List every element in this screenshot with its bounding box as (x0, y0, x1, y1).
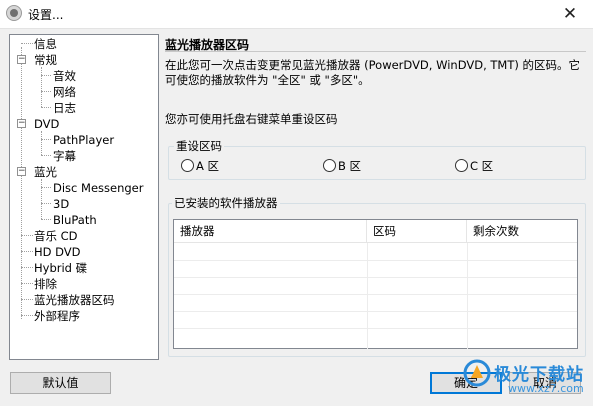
tree-item-info[interactable]: 信息 (34, 36, 57, 52)
window-title: 设置... (28, 8, 64, 22)
tree-item-music-cd[interactable]: 音乐 CD (34, 228, 78, 244)
watermark-logo-icon (463, 359, 491, 387)
close-icon[interactable]: ✕ (547, 0, 593, 29)
tree-item-dvd[interactable]: DVD (34, 116, 59, 132)
grid-line (367, 243, 368, 349)
tree-item-external-programs[interactable]: 外部程序 (34, 308, 80, 324)
tree-connector (41, 155, 51, 156)
column-header-remaining[interactable]: 剩余次数 (467, 220, 577, 243)
tree-item-audio[interactable]: 音效 (53, 68, 76, 84)
tree-connector (21, 315, 33, 316)
tree-item-disc-messenger[interactable]: Disc Messenger (53, 180, 143, 196)
default-button[interactable]: 默认值 (10, 372, 111, 394)
tree-item-log[interactable]: 日志 (53, 100, 76, 116)
region-c-label[interactable]: C 区 (470, 159, 493, 173)
tree-item-hybrid-disc[interactable]: Hybrid 碟 (34, 260, 87, 276)
tree-connector (41, 75, 51, 76)
hint-text: 您亦可使用托盘右键菜单重设区码 (165, 112, 338, 126)
installed-players-group-label: 已安装的软件播放器 (172, 196, 280, 210)
tree-connector (41, 91, 51, 92)
settings-tree[interactable]: − − − 信息 常规 音效 网络 日志 DVD PathPlayer 字幕 蓝… (9, 34, 159, 360)
grid-line (174, 328, 577, 329)
app-icon (6, 5, 22, 21)
region-c-radio[interactable] (455, 159, 468, 172)
collapse-icon[interactable]: − (17, 55, 26, 64)
title-bar: 设置... ✕ (0, 0, 593, 29)
tree-connector (41, 203, 51, 204)
region-b-radio[interactable] (323, 159, 336, 172)
grid-line (174, 311, 577, 312)
tree-connector (41, 179, 42, 219)
column-header-region[interactable]: 区码 (367, 220, 467, 243)
tree-connector (21, 43, 33, 44)
tree-item-pathplayer[interactable]: PathPlayer (53, 132, 114, 148)
tree-connector (21, 235, 33, 236)
tree-item-blupath[interactable]: BluPath (53, 212, 97, 228)
region-a-label[interactable]: A 区 (196, 159, 219, 173)
tree-connector (21, 267, 33, 268)
collapse-icon[interactable]: − (17, 119, 26, 128)
reset-region-group (168, 146, 586, 180)
tree-connector (41, 219, 51, 220)
grid-line (174, 260, 577, 261)
tree-connector (21, 299, 33, 300)
tree-item-exclude[interactable]: 排除 (34, 276, 57, 292)
tree-item-bluray-region[interactable]: 蓝光播放器区码 (34, 292, 115, 308)
tree-connector (41, 107, 51, 108)
tree-item-subtitles[interactable]: 字幕 (53, 148, 76, 164)
tree-connector (41, 67, 42, 107)
list-header: 播放器 区码 剩余次数 (174, 220, 577, 243)
tree-item-bluray[interactable]: 蓝光 (34, 164, 57, 180)
tree-item-network[interactable]: 网络 (53, 84, 76, 100)
column-header-player[interactable]: 播放器 (174, 220, 367, 243)
grid-line (174, 294, 577, 295)
tree-item-hd-dvd[interactable]: HD DVD (34, 244, 81, 260)
divider (165, 51, 586, 52)
tree-connector (21, 47, 22, 319)
description-text: 在此您可一次点击变更常见蓝光播放器 (PowerDVD, WinDVD, TMT… (165, 58, 580, 87)
players-list[interactable]: 播放器 区码 剩余次数 (173, 219, 578, 349)
tree-connector (21, 251, 33, 252)
grid-line (467, 243, 468, 349)
collapse-icon[interactable]: − (17, 167, 26, 176)
watermark-url: www.xz7.com (508, 382, 584, 395)
tree-item-general[interactable]: 常规 (34, 52, 57, 68)
tree-item-3d[interactable]: 3D (53, 196, 69, 212)
tree-connector (21, 283, 33, 284)
region-b-label[interactable]: B 区 (338, 159, 361, 173)
reset-region-group-label: 重设区码 (174, 139, 224, 153)
grid-line (174, 277, 577, 278)
tree-connector (41, 131, 42, 155)
watermark: 极光下载站 www.xz7.com (462, 354, 588, 402)
tree-connector (41, 187, 51, 188)
tree-connector (41, 139, 51, 140)
region-a-radio[interactable] (181, 159, 194, 172)
